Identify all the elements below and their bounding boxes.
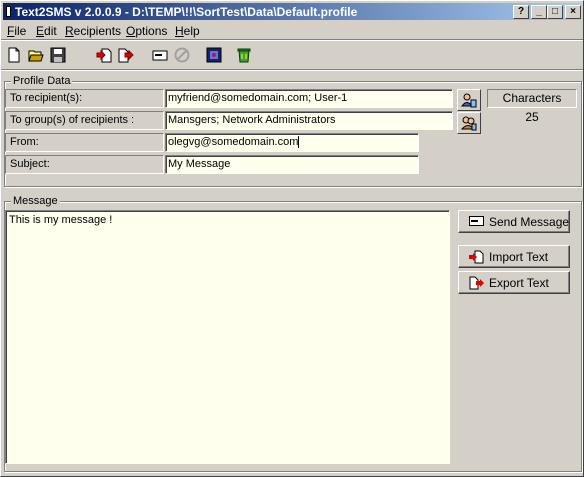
send-envelope-icon[interactable] (149, 44, 171, 66)
settings-film-icon[interactable] (203, 44, 225, 66)
save-disk-icon[interactable] (47, 44, 69, 66)
message-textarea[interactable]: This is my message ! (5, 210, 450, 464)
envelope-icon (469, 216, 484, 226)
toolbar-separator (1, 69, 583, 71)
from-input[interactable]: olegvg@somedomain.com (165, 133, 419, 152)
help-button[interactable]: ? (513, 5, 529, 19)
close-button[interactable]: × (565, 5, 581, 19)
groups-book-button[interactable] (457, 112, 481, 134)
toolbar (1, 41, 583, 69)
window-title: Text2SMS v 2.0.0.9 - D:\TEMP\!!\SortTest… (15, 5, 358, 19)
import-text-button[interactable]: Import Text (458, 245, 570, 268)
import-icon[interactable] (93, 44, 115, 66)
characters-count: 25 (525, 110, 539, 124)
menu-file[interactable]: File (7, 24, 26, 38)
message-label: Message (11, 195, 60, 207)
text-caret (298, 136, 300, 149)
app-window: Text2SMS v 2.0.0.9 - D:\TEMP\!!\SortTest… (0, 0, 584, 477)
title-bar[interactable]: Text2SMS v 2.0.0.9 - D:\TEMP\!!\SortTest… (3, 3, 581, 20)
groups-icon (461, 116, 477, 131)
export-icon[interactable] (115, 44, 137, 66)
minimize-button[interactable]: _ (531, 5, 547, 19)
to-recipients-label: To recipient(s): (5, 89, 164, 108)
app-icon (6, 6, 11, 17)
address-book-button[interactable] (457, 89, 481, 111)
maximize-button[interactable]: □ (547, 5, 563, 19)
to-groups-label: To group(s) of recipients : (5, 111, 164, 130)
menu-edit[interactable]: Edit (36, 24, 57, 38)
open-folder-icon[interactable] (25, 44, 47, 66)
import-icon (469, 250, 484, 264)
new-file-icon[interactable] (3, 44, 25, 66)
cancel-icon[interactable] (171, 44, 193, 66)
recycle-bin-icon[interactable] (233, 44, 255, 66)
to-groups-input[interactable]: Mansgers; Network Administrators (165, 111, 453, 130)
export-text-button[interactable]: Export Text (458, 271, 570, 294)
address-book-icon (461, 93, 477, 108)
characters-label: Characters (487, 89, 577, 108)
export-icon (469, 276, 484, 290)
subject-input[interactable]: My Message (165, 155, 419, 174)
from-label: From: (5, 133, 164, 152)
profile-data-label: Profile Data (11, 75, 73, 87)
menu-bar: File Edit Recipients Options Help (1, 22, 583, 39)
subject-label: Subject: (5, 155, 164, 174)
menu-help[interactable]: Help (175, 24, 200, 38)
menu-options[interactable]: Options (126, 24, 167, 38)
to-recipients-input[interactable]: myfriend@somedomain.com; User-1 (165, 89, 453, 108)
menu-recipients[interactable]: Recipients (65, 24, 121, 38)
send-message-button[interactable]: Send Message (458, 210, 570, 233)
